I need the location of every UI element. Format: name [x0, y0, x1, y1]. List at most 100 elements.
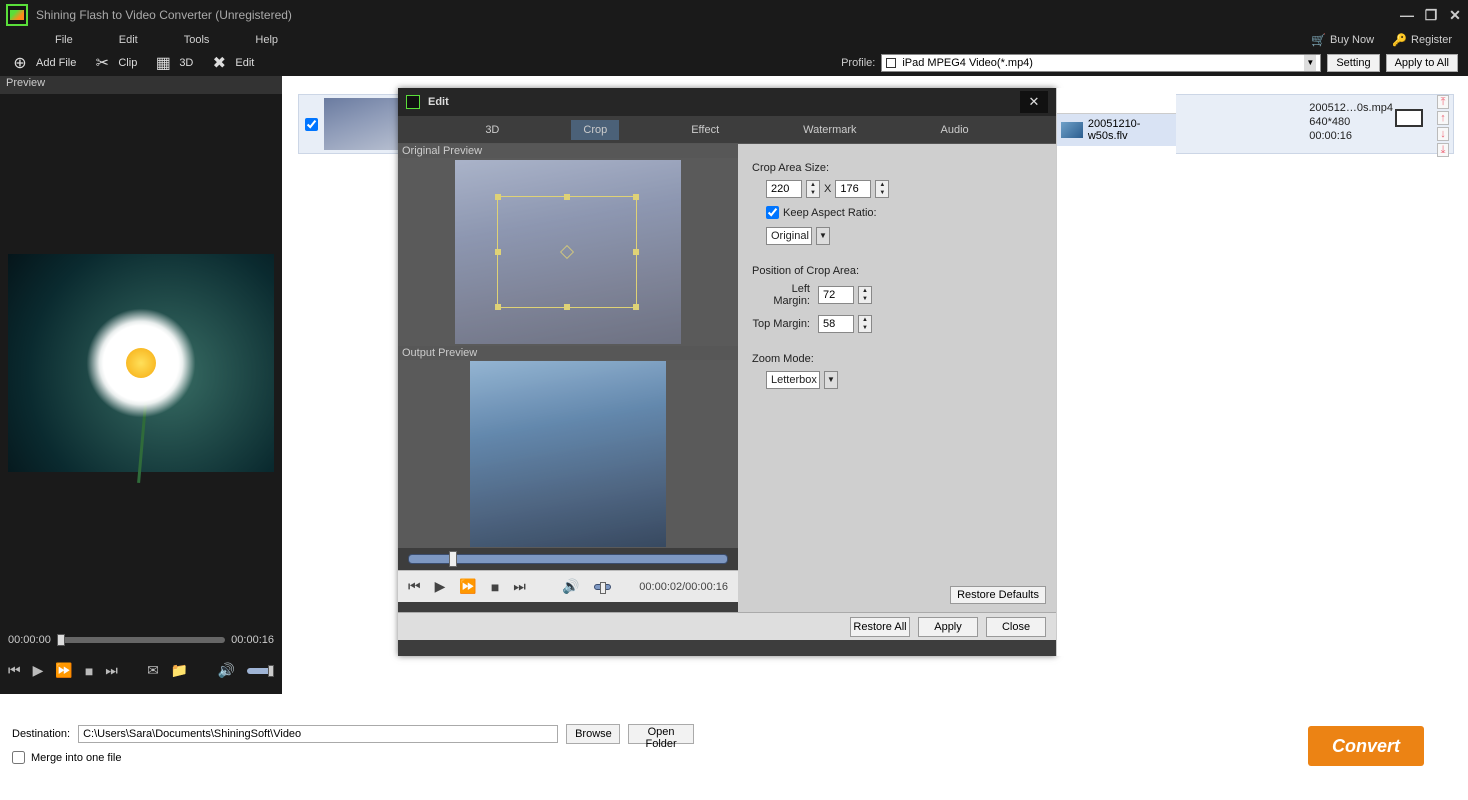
preview-seek[interactable] [57, 637, 225, 643]
zoom-label: Zoom Mode: [752, 353, 1042, 365]
dialog-app-icon [406, 95, 420, 109]
restore-all-button[interactable]: Restore All [850, 617, 910, 637]
dialog-file-item[interactable]: 20051210-w50s.flv [1057, 114, 1176, 146]
next-icon[interactable]: ⏭ [105, 662, 118, 679]
window-title: Shining Flash to Video Converter (Unregi… [36, 8, 292, 22]
file-size: 640*480 [1309, 115, 1393, 129]
dialog-playback: ⏮ ▶ ⏩ ■ ⏭ 🔊 00:00:02/00:00:16 [398, 570, 738, 602]
dest-input[interactable] [78, 725, 558, 743]
wrench-icon: ✖ [209, 53, 229, 73]
preview-panel: 00:00:00 00:00:16 ⏮ ▶ ⏩ ■ ⏭ ✉ 📁 🔊 [0, 94, 282, 694]
tab-crop[interactable]: Crop [571, 120, 619, 140]
dlg-next-icon[interactable]: ⏭ [513, 578, 526, 595]
crop-height-input[interactable] [835, 180, 871, 198]
profile-value: iPad MPEG4 Video(*.mp4) [902, 57, 1033, 69]
play-icon[interactable]: ▶ [33, 662, 44, 679]
move-bottom-icon[interactable]: ⤓ [1437, 143, 1449, 157]
zoom-select-caret[interactable]: ▼ [824, 371, 838, 389]
file-checkbox[interactable] [305, 118, 318, 131]
restore-defaults-button[interactable]: Restore Defaults [950, 586, 1046, 604]
snapshot-icon[interactable]: ✉ [147, 662, 159, 679]
preview-image [8, 254, 274, 472]
dlg-ffwd-icon[interactable]: ⏩ [459, 578, 476, 595]
close-dialog-button[interactable]: Close [986, 617, 1046, 637]
open-folder-button[interactable]: Open Folder [628, 724, 694, 744]
clip-button[interactable]: ✂Clip [92, 53, 137, 73]
edit-button[interactable]: ✖ Edit [209, 53, 254, 73]
file-duration: 00:00:16 [1309, 129, 1393, 143]
left-margin-spinner[interactable]: ▲▼ [858, 286, 872, 304]
crop-width-input[interactable] [766, 180, 802, 198]
top-margin-label: Top Margin: [752, 318, 810, 330]
top-margin-spinner[interactable]: ▲▼ [858, 315, 872, 333]
dialog-file-list: 20051210-w50s.flv [1056, 88, 1176, 656]
move-top-icon[interactable]: ⤒ [1437, 95, 1449, 109]
time-start: 00:00:00 [8, 634, 51, 646]
tab-audio[interactable]: Audio [929, 120, 981, 140]
browse-button[interactable]: Browse [566, 724, 620, 744]
convert-button[interactable]: Convert [1308, 726, 1424, 766]
dlg-volume-icon[interactable]: 🔊 [562, 578, 579, 595]
clip-label: Clip [118, 57, 137, 69]
side-filename: 20051210-w50s.flv [1088, 118, 1172, 142]
prev-icon[interactable]: ⏮ [8, 662, 21, 679]
zoom-value: Letterbox [766, 371, 820, 389]
preview-header: Preview [0, 76, 282, 94]
side-thumb [1061, 122, 1083, 138]
merge-label: Merge into one file [31, 752, 122, 764]
out-frame [470, 361, 666, 547]
menu-tools[interactable]: Tools [184, 34, 210, 46]
register-link[interactable]: 🔑Register [1392, 33, 1452, 47]
close-button[interactable]: ✕ [1448, 7, 1462, 24]
profile-label: Profile: [841, 57, 875, 69]
move-down-icon[interactable]: ↓ [1437, 127, 1449, 141]
crop-height-spinner[interactable]: ▲▼ [875, 180, 889, 198]
crop-box[interactable] [497, 196, 637, 308]
menu-edit[interactable]: Edit [119, 34, 138, 46]
apply-all-button[interactable]: Apply to All [1386, 54, 1458, 72]
dlg-play-icon[interactable]: ▶ [435, 578, 446, 595]
file-info: 200512…0s.mp4 640*480 00:00:16 [1309, 101, 1393, 143]
tab-watermark[interactable]: Watermark [791, 120, 868, 140]
tab-effect[interactable]: Effect [679, 120, 731, 140]
volume-icon[interactable]: 🔊 [218, 662, 235, 679]
dialog-close-button[interactable]: ✕ [1020, 91, 1048, 113]
time-end: 00:00:16 [231, 634, 274, 646]
ffwd-icon[interactable]: ⏩ [55, 662, 72, 679]
dialog-title: Edit [428, 96, 449, 108]
top-margin-input[interactable] [818, 315, 854, 333]
dialog-footer: Restore All Apply Close [398, 612, 1056, 640]
profile-select[interactable]: iPad MPEG4 Video(*.mp4) ▼ [881, 54, 1321, 72]
orig-preview [398, 158, 738, 346]
dialog-seek[interactable] [398, 548, 738, 570]
maximize-button[interactable]: ❐ [1424, 7, 1438, 24]
move-up-icon[interactable]: ↑ [1437, 111, 1449, 125]
left-margin-label: Left Margin: [752, 283, 810, 307]
crop-width-spinner[interactable]: ▲▼ [806, 180, 820, 198]
keep-ar-checkbox[interactable] [766, 206, 779, 219]
orig-frame [455, 160, 681, 344]
menu-help[interactable]: Help [255, 34, 278, 46]
edit-label: Edit [235, 57, 254, 69]
preview-controls: ⏮ ▶ ⏩ ■ ⏭ ✉ 📁 🔊 [0, 662, 282, 679]
apply-button[interactable]: Apply [918, 617, 978, 637]
tab-3d[interactable]: 3D [473, 120, 511, 140]
merge-checkbox[interactable] [12, 751, 25, 764]
add-file-icon: ⊕ [10, 53, 30, 73]
dlg-volume-slider[interactable] [594, 584, 612, 590]
volume-slider[interactable] [247, 668, 274, 674]
menu-file[interactable]: File [55, 34, 73, 46]
left-margin-input[interactable] [818, 286, 854, 304]
dialog-titlebar: Edit ✕ [398, 88, 1056, 116]
dlg-stop-icon[interactable]: ■ [491, 579, 499, 595]
setting-button[interactable]: Setting [1327, 54, 1379, 72]
out-preview-label: Output Preview [398, 346, 738, 360]
add-file-button[interactable]: ⊕Add File [10, 53, 76, 73]
minimize-button[interactable]: — [1400, 7, 1414, 24]
3d-button[interactable]: ▦3D [153, 53, 193, 73]
buy-link[interactable]: 🛒Buy Now [1311, 33, 1374, 47]
dlg-prev-icon[interactable]: ⏮ [408, 578, 421, 595]
folder-icon[interactable]: 📁 [171, 662, 188, 679]
stop-icon[interactable]: ■ [85, 663, 93, 679]
ar-select-caret[interactable]: ▼ [816, 227, 830, 245]
